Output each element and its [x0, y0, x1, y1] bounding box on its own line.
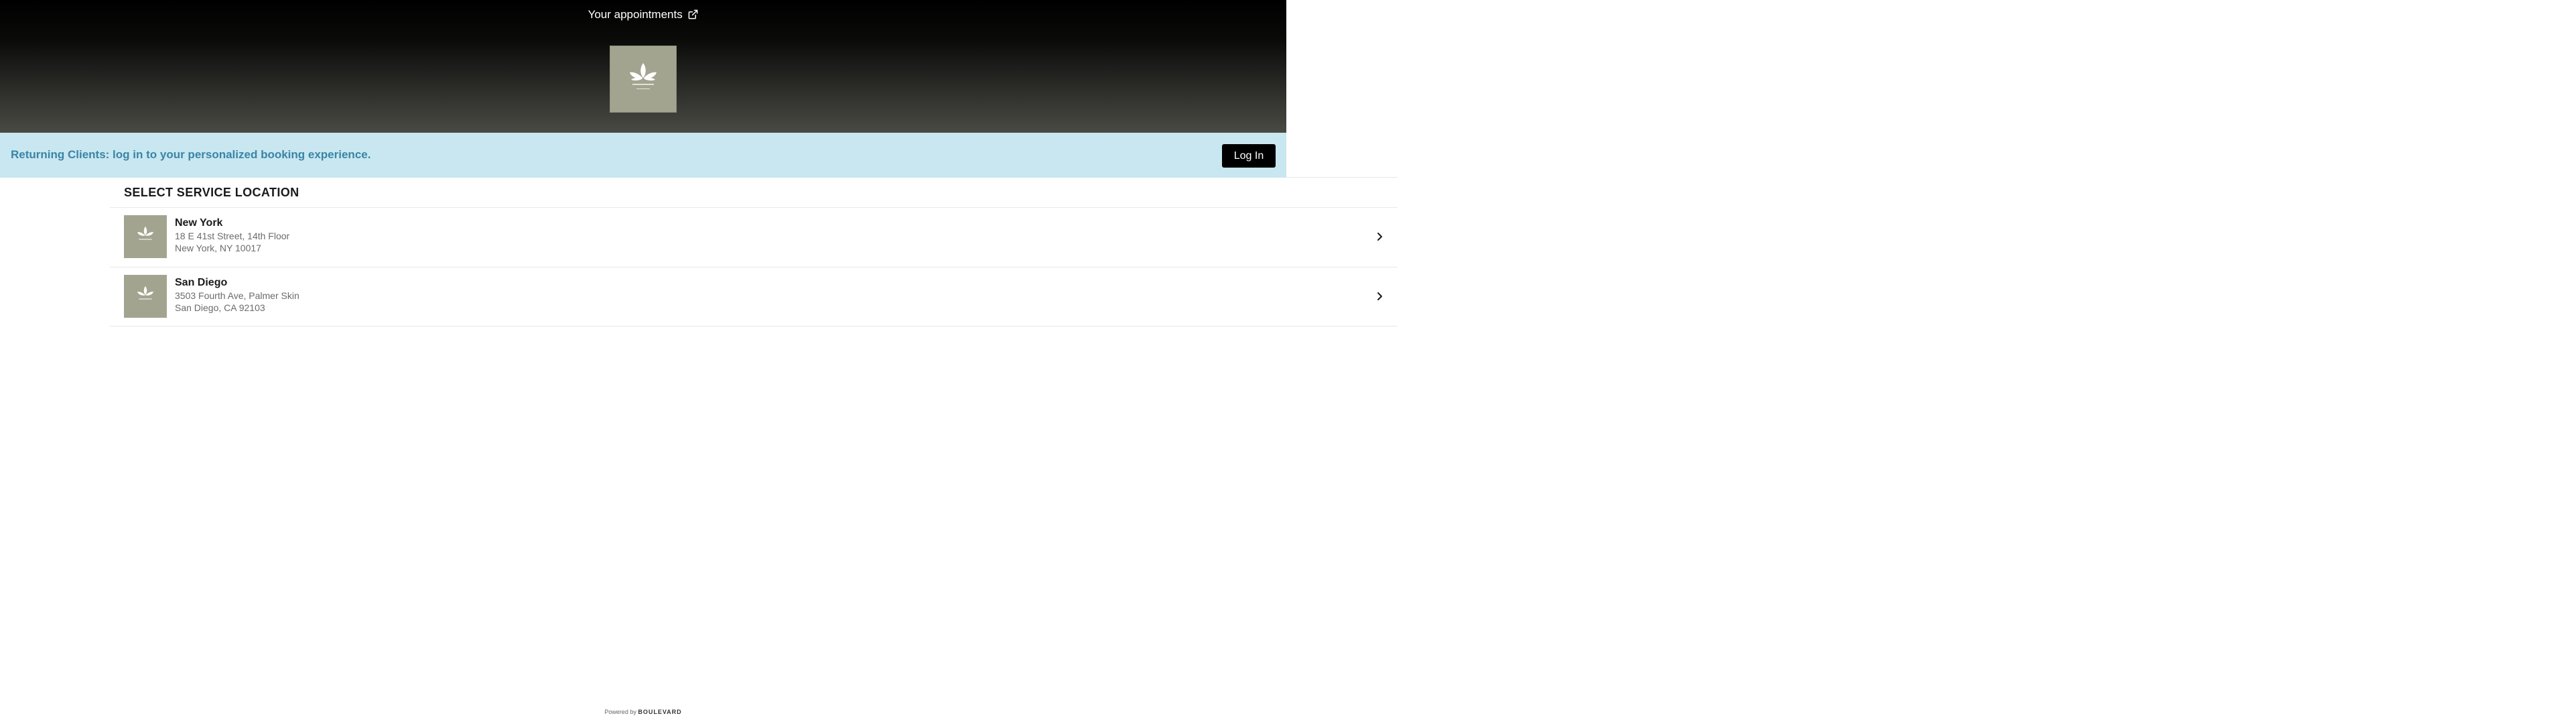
location-address-line2: San Diego, CA 92103	[175, 302, 265, 313]
powered-by-footer: Powered by BOULEVARD	[0, 709, 1286, 715]
external-link-icon	[688, 9, 698, 23]
location-item-new-york[interactable]: New York 18 E 41st Street, 14th Floor Ne…	[110, 207, 1398, 267]
location-address-line1: 3503 Fourth Ave, Palmer Skin	[175, 290, 299, 301]
location-name: San Diego	[175, 277, 228, 288]
returning-clients-banner: Returning Clients: log in to your person…	[0, 133, 1286, 178]
chevron-right-icon	[1376, 292, 1383, 304]
location-info: New York 18 E 41st Street, 14th Floor Ne…	[175, 217, 289, 254]
your-appointments-link[interactable]: Your appointments	[0, 8, 1286, 23]
log-in-button[interactable]: Log In	[1222, 144, 1276, 168]
location-item-san-diego[interactable]: San Diego 3503 Fourth Ave, Palmer Skin S…	[110, 267, 1398, 326]
lotus-logo-icon	[623, 59, 663, 100]
returning-clients-text: Returning Clients: log in to your person…	[11, 148, 371, 161]
your-appointments-label: Your appointments	[588, 8, 683, 21]
location-list: New York 18 E 41st Street, 14th Floor Ne…	[110, 207, 1398, 326]
location-address-line2: New York, NY 10017	[175, 243, 261, 253]
chevron-right-icon	[1376, 232, 1383, 245]
divider	[1286, 177, 1398, 178]
booking-page: Your appointments Returning Clients: log…	[0, 0, 1398, 724]
lotus-logo-icon	[133, 224, 157, 250]
location-thumbnail	[124, 275, 167, 318]
business-logo	[610, 46, 677, 113]
location-name: New York	[175, 217, 223, 229]
location-address-line1: 18 E 41st Street, 14th Floor	[175, 231, 290, 241]
header-hero: Your appointments	[0, 0, 1286, 133]
powered-by-text: Powered by	[604, 709, 636, 715]
boulevard-brand-link[interactable]: BOULEVARD	[638, 709, 681, 715]
lotus-logo-icon	[133, 284, 157, 310]
location-info: San Diego 3503 Fourth Ave, Palmer Skin S…	[175, 276, 299, 314]
location-thumbnail	[124, 215, 167, 258]
select-location-title: SELECT SERVICE LOCATION	[124, 186, 299, 199]
